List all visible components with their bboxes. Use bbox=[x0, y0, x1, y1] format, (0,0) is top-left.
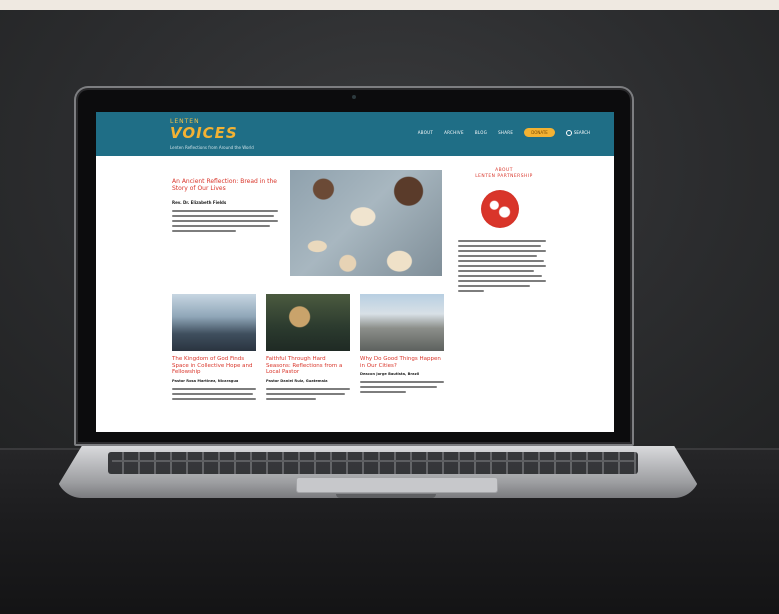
article-card-excerpt bbox=[266, 387, 350, 400]
keyboard bbox=[108, 452, 638, 474]
feature-article-title[interactable]: An Ancient Reflection: Bread in the Stor… bbox=[172, 178, 282, 192]
nav-link-archive[interactable]: ARCHIVE bbox=[444, 130, 464, 135]
search-link[interactable]: SEARCH bbox=[565, 129, 590, 136]
article-card-image[interactable] bbox=[266, 294, 350, 351]
article-card-image[interactable] bbox=[360, 294, 444, 351]
background-top-strip bbox=[0, 0, 779, 10]
article-card-author: Pastor Rosa Martinez, Nicaragua bbox=[172, 378, 239, 383]
sidebar-title: ABOUT LENTEN PARTNERSHIP bbox=[458, 168, 550, 180]
webcam-icon bbox=[352, 95, 356, 99]
lid-notch bbox=[336, 494, 436, 498]
article-card-title[interactable]: Faithful Through Hard Seasons: Reflectio… bbox=[266, 356, 350, 376]
article-card[interactable]: The Kingdom of God Finds Space in Collec… bbox=[172, 294, 256, 403]
feature-image[interactable] bbox=[290, 170, 442, 276]
article-card-image[interactable] bbox=[172, 294, 256, 351]
feature-byline: Rev. Dr. Elizabeth Fields bbox=[172, 200, 227, 205]
article-card-author: Pastor Daniel Ruiz, Guatemala bbox=[266, 378, 328, 383]
sidebar-text-lines bbox=[458, 240, 546, 295]
nav-link-share[interactable]: SHARE bbox=[498, 130, 513, 135]
article-card[interactable]: Faithful Through Hard Seasons: Reflectio… bbox=[266, 294, 350, 403]
article-card[interactable]: Why Do Good Things Happen in Our Cities?… bbox=[360, 294, 444, 396]
nav-link-blog[interactable]: BLOG bbox=[475, 130, 487, 135]
nav-link-about[interactable]: ABOUT bbox=[418, 130, 433, 135]
site-logo[interactable]: VOICES bbox=[170, 124, 238, 142]
main-nav: ABOUT ARCHIVE BLOG SHARE DONATE SEARCH bbox=[418, 128, 590, 137]
article-card-excerpt bbox=[172, 387, 256, 400]
laptop-screen: LENTEN VOICES Lenten Reflections from Ar… bbox=[96, 112, 614, 432]
keyboard-row-divider bbox=[112, 460, 634, 462]
article-card-title[interactable]: The Kingdom of God Finds Space in Collec… bbox=[172, 356, 256, 376]
trackpad bbox=[296, 477, 498, 493]
article-card-author: Deacon Jorge Bautista, Brazil bbox=[360, 372, 420, 376]
site-tagline: Lenten Reflections from Around the World bbox=[170, 145, 254, 150]
search-label: SEARCH bbox=[573, 130, 590, 135]
sidebar-title-line2: LENTEN PARTNERSHIP bbox=[475, 174, 533, 179]
globe-logo bbox=[481, 190, 519, 228]
article-card-excerpt bbox=[360, 381, 444, 393]
search-icon bbox=[565, 129, 572, 136]
donate-button[interactable]: DONATE bbox=[524, 128, 555, 137]
feature-excerpt-lines bbox=[172, 210, 278, 235]
article-card-title[interactable]: Why Do Good Things Happen in Our Cities? bbox=[360, 356, 444, 369]
site-header: LENTEN VOICES Lenten Reflections from Ar… bbox=[96, 112, 614, 156]
